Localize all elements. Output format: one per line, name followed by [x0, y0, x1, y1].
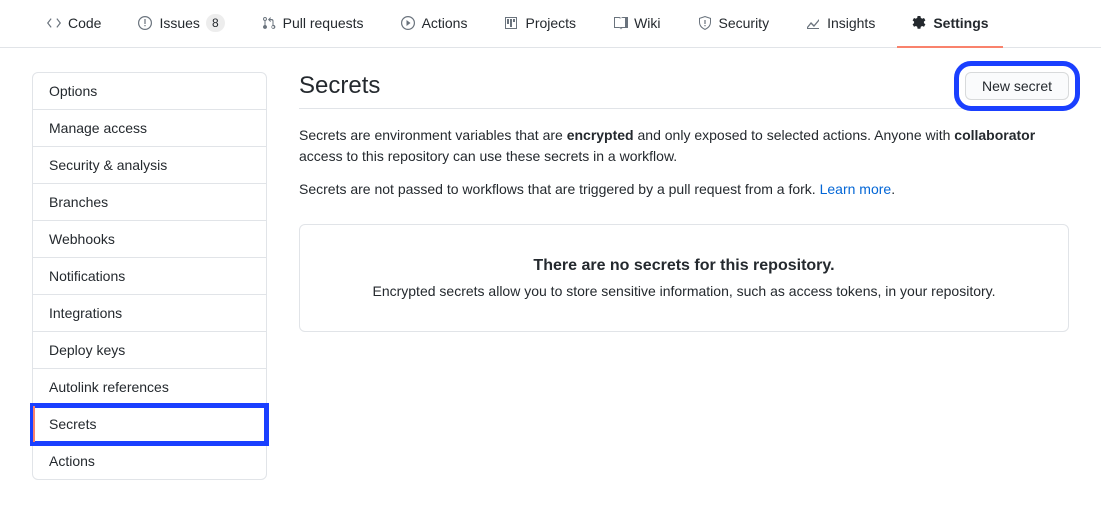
text-collaborator: collaborator: [954, 127, 1035, 143]
sidebar-item-actions[interactable]: Actions: [33, 443, 266, 479]
issue-icon: [137, 15, 153, 31]
sidebar-item-manage-access[interactable]: Manage access: [33, 110, 266, 147]
secrets-description-1: Secrets are environment variables that a…: [299, 125, 1069, 167]
tab-pulls-label: Pull requests: [283, 15, 364, 31]
page-title: Secrets: [299, 72, 380, 100]
tab-wiki[interactable]: Wiki: [598, 0, 674, 48]
shield-icon: [697, 15, 713, 31]
tab-settings-label: Settings: [933, 15, 988, 31]
issues-count-badge: 8: [206, 14, 225, 32]
repo-nav: Code Issues 8 Pull requests Actions Proj…: [0, 0, 1101, 48]
tab-pull-requests[interactable]: Pull requests: [247, 0, 378, 48]
text: Secrets are environment variables that a…: [299, 127, 567, 143]
sidebar-item-deploy-keys[interactable]: Deploy keys: [33, 332, 266, 369]
book-icon: [612, 15, 628, 31]
tab-issues-label: Issues: [159, 15, 199, 31]
graph-icon: [805, 15, 821, 31]
subhead: Secrets New secret: [299, 72, 1069, 109]
learn-more-link[interactable]: Learn more: [820, 181, 892, 197]
settings-menu: Options Manage access Security & analysi…: [32, 72, 267, 480]
tab-actions[interactable]: Actions: [386, 0, 482, 48]
gear-icon: [911, 15, 927, 31]
sidebar-item-options[interactable]: Options: [33, 73, 266, 110]
project-icon: [503, 15, 519, 31]
tab-code[interactable]: Code: [32, 0, 115, 48]
blankslate-desc: Encrypted secrets allow you to store sen…: [324, 283, 1044, 299]
tab-settings[interactable]: Settings: [897, 0, 1002, 48]
text-encrypted: encrypted: [567, 127, 634, 143]
settings-layout: Options Manage access Security & analysi…: [0, 48, 1101, 504]
sidebar-item-integrations[interactable]: Integrations: [33, 295, 266, 332]
text: and only exposed to selected actions. An…: [634, 127, 955, 143]
secrets-description-2: Secrets are not passed to workflows that…: [299, 179, 1069, 200]
sidebar-item-notifications[interactable]: Notifications: [33, 258, 266, 295]
settings-sidebar: Options Manage access Security & analysi…: [32, 72, 267, 480]
code-icon: [46, 15, 62, 31]
blankslate: There are no secrets for this repository…: [299, 224, 1069, 332]
tab-code-label: Code: [68, 15, 101, 31]
new-secret-button[interactable]: New secret: [965, 72, 1069, 100]
tab-wiki-label: Wiki: [634, 15, 660, 31]
text: access to this repository can use these …: [299, 148, 677, 164]
sidebar-item-autolink[interactable]: Autolink references: [33, 369, 266, 406]
tab-projects-label: Projects: [525, 15, 576, 31]
sidebar-item-secrets[interactable]: Secrets: [33, 406, 266, 443]
sidebar-item-branches[interactable]: Branches: [33, 184, 266, 221]
tab-projects[interactable]: Projects: [489, 0, 590, 48]
play-icon: [400, 15, 416, 31]
blankslate-title: There are no secrets for this repository…: [324, 257, 1044, 275]
tab-insights-label: Insights: [827, 15, 875, 31]
git-pull-request-icon: [261, 15, 277, 31]
sidebar-item-webhooks[interactable]: Webhooks: [33, 221, 266, 258]
tab-actions-label: Actions: [422, 15, 468, 31]
sidebar-item-security-analysis[interactable]: Security & analysis: [33, 147, 266, 184]
tab-security-label: Security: [719, 15, 770, 31]
tab-issues[interactable]: Issues 8: [123, 0, 238, 48]
tab-insights[interactable]: Insights: [791, 0, 889, 48]
tab-security[interactable]: Security: [683, 0, 784, 48]
settings-main: Secrets New secret Secrets are environme…: [299, 72, 1069, 480]
text: Secrets are not passed to workflows that…: [299, 181, 820, 197]
text: .: [891, 181, 895, 197]
